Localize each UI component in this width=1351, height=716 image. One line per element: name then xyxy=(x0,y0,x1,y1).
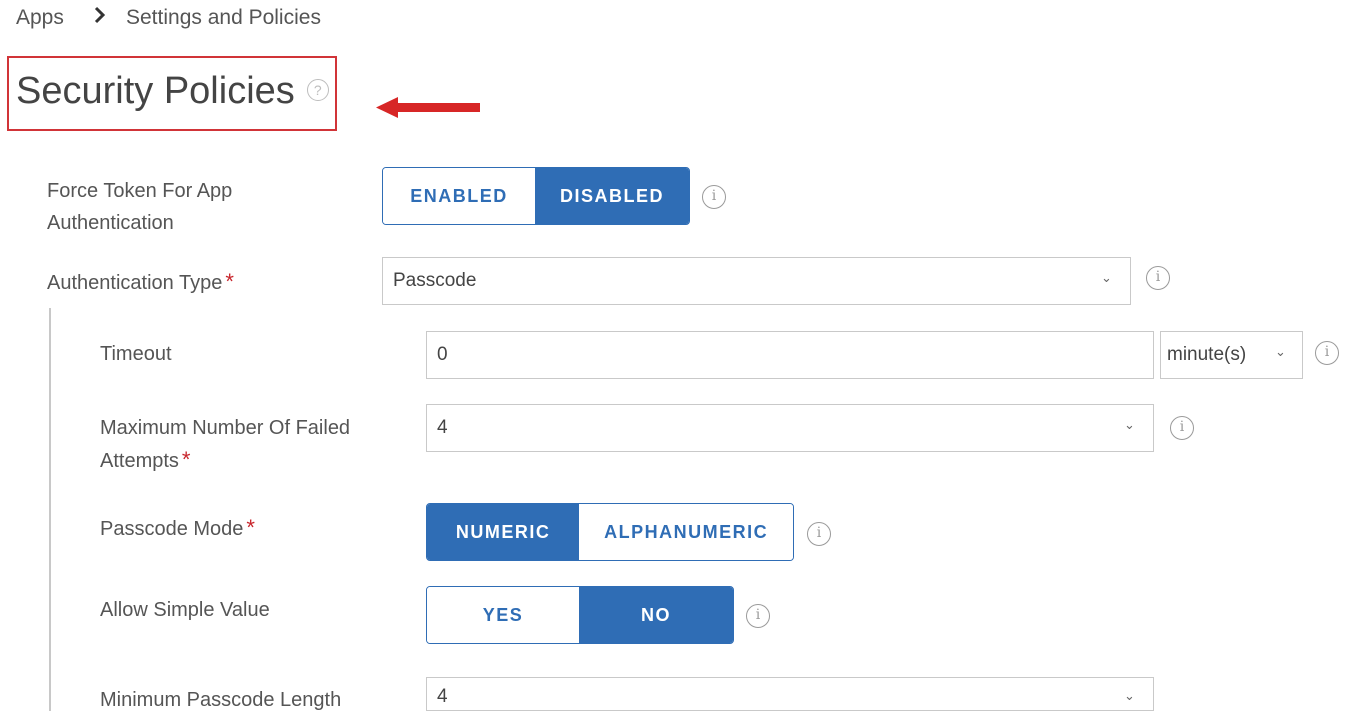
auth-type-chevron-down-icon: ⌄ xyxy=(1101,270,1112,285)
min-length-select[interactable]: 4 xyxy=(426,677,1154,711)
breadcrumb-apps[interactable]: Apps xyxy=(16,6,64,30)
passcode-mode-info-icon[interactable]: i xyxy=(807,522,831,546)
timeout-label: Timeout xyxy=(100,343,172,365)
required-asterisk: * xyxy=(246,515,255,540)
passcode-mode-toggle[interactable]: NUMERIC ALPHANUMERIC xyxy=(426,503,794,561)
force-token-toggle[interactable]: ENABLED DISABLED xyxy=(382,167,690,225)
timeout-info-icon[interactable]: i xyxy=(1315,341,1339,365)
breadcrumb-current: Settings and Policies xyxy=(126,6,321,29)
auth-type-label-text: Authentication Type xyxy=(47,272,223,294)
timeout-unit-chevron-down-icon: ⌄ xyxy=(1275,344,1286,359)
max-failed-label-line2: Attempts xyxy=(100,450,179,472)
passcode-mode-alphanumeric-option[interactable]: ALPHANUMERIC xyxy=(579,504,793,560)
passcode-mode-numeric-option[interactable]: NUMERIC xyxy=(427,504,580,560)
force-token-label: Force Token For App Authentication xyxy=(47,175,232,239)
max-failed-info-icon[interactable]: i xyxy=(1170,416,1194,440)
passcode-mode-label: Passcode Mode * xyxy=(100,512,255,545)
timeout-unit-value: minute(s) xyxy=(1167,344,1247,365)
force-token-label-line2: Authentication xyxy=(47,212,174,234)
force-token-disabled-option[interactable]: DISABLED xyxy=(535,168,689,224)
min-length-value: 4 xyxy=(437,686,448,707)
max-failed-label: Maximum Number Of Failed Attempts * xyxy=(100,412,350,477)
allow-simple-info-icon[interactable]: i xyxy=(746,604,770,628)
auth-type-info-icon[interactable]: i xyxy=(1146,266,1170,290)
page-title: Security Policies? xyxy=(16,70,329,113)
required-asterisk: * xyxy=(225,269,234,294)
nested-settings-divider xyxy=(49,308,51,711)
required-asterisk: * xyxy=(181,447,191,472)
annotation-arrow-icon xyxy=(376,97,480,118)
force-token-label-line1: Force Token For App xyxy=(47,180,233,202)
allow-simple-no-option[interactable]: NO xyxy=(579,587,733,643)
max-failed-chevron-down-icon: ⌄ xyxy=(1124,417,1135,432)
page-title-text: Security Policies xyxy=(16,70,295,112)
help-icon[interactable]: ? xyxy=(306,78,329,101)
timeout-value: 0 xyxy=(437,344,448,365)
max-failed-select[interactable]: 4 xyxy=(426,404,1154,452)
force-token-info-icon[interactable]: i xyxy=(702,185,726,209)
timeout-input[interactable]: 0 xyxy=(426,331,1154,379)
allow-simple-label: Allow Simple Value xyxy=(100,599,270,621)
max-failed-label-line1: Maximum Number Of Failed xyxy=(100,417,351,439)
min-length-label: Minimum Passcode Length xyxy=(100,689,342,711)
max-failed-value: 4 xyxy=(437,417,448,438)
passcode-mode-label-text: Passcode Mode xyxy=(100,518,244,540)
min-length-chevron-down-icon: ⌄ xyxy=(1124,688,1135,703)
auth-type-label: Authentication Type * xyxy=(47,266,234,299)
auth-type-select[interactable]: Passcode xyxy=(382,257,1131,305)
breadcrumb-chevron-icon xyxy=(92,4,108,32)
allow-simple-toggle[interactable]: YES NO xyxy=(426,586,734,644)
force-token-enabled-option[interactable]: ENABLED xyxy=(383,168,535,224)
auth-type-value: Passcode xyxy=(393,270,477,291)
allow-simple-yes-option[interactable]: YES xyxy=(427,587,579,643)
